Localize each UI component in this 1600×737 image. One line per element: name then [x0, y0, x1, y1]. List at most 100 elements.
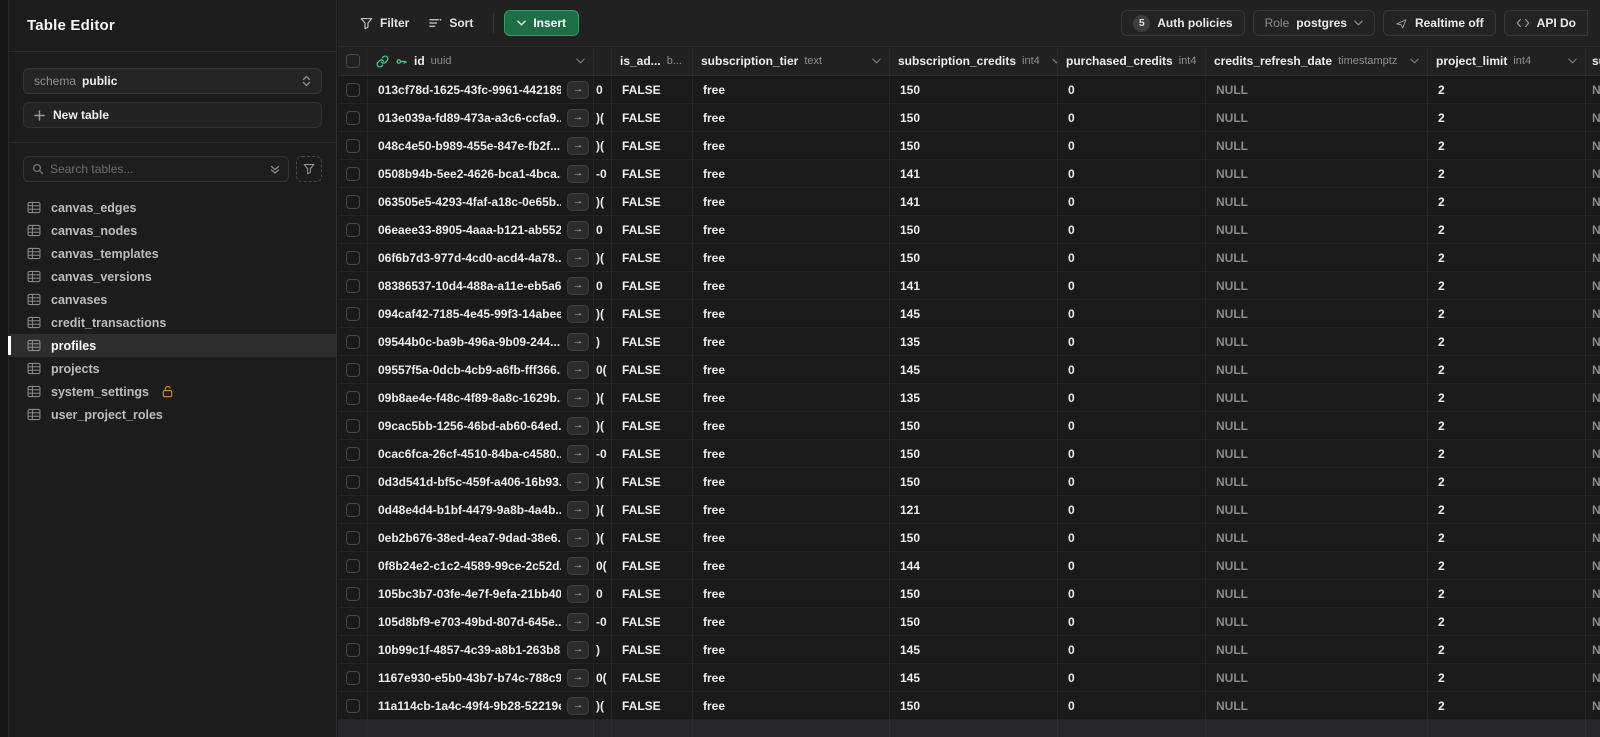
- expand-row-button[interactable]: →: [567, 136, 589, 155]
- arrow-right-icon: →: [572, 223, 584, 235]
- sidebar-item-profiles[interactable]: profiles: [8, 334, 336, 357]
- auth-policies-button[interactable]: 5 Auth policies: [1121, 10, 1245, 36]
- expand-row-button[interactable]: →: [567, 108, 589, 127]
- purchased-credits-cell: 0: [1058, 356, 1206, 383]
- tables-list: canvas_edges canvas_nodes canvas_templates…: [8, 196, 336, 426]
- column-header-subscription-credits[interactable]: subscription_credits int4: [890, 47, 1058, 75]
- column-header-subscription-tier[interactable]: subscription_tier text: [693, 47, 890, 75]
- credits-refresh-date-cell: NULL: [1206, 160, 1428, 187]
- credits-refresh-date-cell: NULL: [1206, 384, 1428, 411]
- arrow-right-icon: →: [572, 503, 584, 515]
- clipped-cell: [594, 720, 612, 737]
- column-header-su[interactable]: su: [1586, 47, 1600, 75]
- subscription-tier-cell: free: [693, 580, 890, 607]
- expand-row-button[interactable]: →: [567, 668, 589, 687]
- purchased-credits-cell: 0: [1058, 132, 1206, 159]
- sidebar-item-canvases[interactable]: canvases: [9, 288, 336, 311]
- search-tables-input[interactable]: [50, 162, 264, 176]
- row-checkbox[interactable]: [345, 614, 360, 629]
- chevron-down-icon[interactable]: [576, 58, 585, 64]
- sidebar-item-canvas_versions[interactable]: canvas_versions: [9, 265, 336, 288]
- expand-row-button[interactable]: →: [567, 220, 589, 239]
- funnel-icon: [360, 17, 373, 30]
- row-checkbox[interactable]: [345, 698, 360, 713]
- expand-row-button[interactable]: →: [567, 528, 589, 547]
- row-checkbox[interactable]: [345, 418, 360, 433]
- column-header-purchased-credits[interactable]: purchased_credits int4: [1058, 47, 1206, 75]
- sidebar-item-system_settings[interactable]: system_settings: [9, 380, 336, 403]
- column-header-clipped[interactable]: [594, 47, 612, 75]
- role-select[interactable]: Role postgres: [1252, 10, 1375, 36]
- expand-row-button[interactable]: →: [567, 500, 589, 519]
- chevron-down-icon[interactable]: [872, 58, 881, 64]
- expand-row-button[interactable]: →: [567, 332, 589, 351]
- expand-row-button[interactable]: →: [567, 416, 589, 435]
- expand-row-button[interactable]: →: [567, 584, 589, 603]
- insert-button[interactable]: Insert: [504, 10, 580, 36]
- sidebar-item-canvas_templates[interactable]: canvas_templates: [9, 242, 336, 265]
- id-value: 10b99c1f-4857-4c39-a8b1-263b8...: [378, 642, 561, 657]
- new-table-button[interactable]: New table: [23, 102, 322, 128]
- filter-tables-button[interactable]: [296, 156, 322, 182]
- filter-button[interactable]: Filter: [350, 10, 419, 36]
- row-checkbox[interactable]: [345, 166, 360, 181]
- expand-row-button[interactable]: →: [567, 556, 589, 575]
- su-cell: NULL: [1586, 188, 1600, 215]
- sidebar-item-projects[interactable]: projects: [9, 357, 336, 380]
- row-checkbox[interactable]: [345, 446, 360, 461]
- expand-row-button[interactable]: →: [567, 388, 589, 407]
- expand-row-button[interactable]: →: [567, 304, 589, 323]
- row-checkbox[interactable]: [345, 306, 360, 321]
- row-checkbox[interactable]: [345, 278, 360, 293]
- column-header-project-limit[interactable]: project_limit int4: [1428, 47, 1586, 75]
- chevron-down-icon: [1354, 20, 1363, 26]
- row-checkbox[interactable]: [345, 82, 360, 97]
- sort-button[interactable]: Sort: [419, 10, 483, 36]
- row-checkbox[interactable]: [345, 586, 360, 601]
- row-checkbox[interactable]: [345, 110, 360, 125]
- expand-row-button[interactable]: →: [567, 360, 589, 379]
- column-header-id[interactable]: id uuid: [368, 47, 594, 75]
- expand-row-button[interactable]: →: [567, 164, 589, 183]
- row-checkbox[interactable]: [345, 558, 360, 573]
- chevron-down-icon[interactable]: [1568, 58, 1577, 64]
- purchased-credits-cell: 0: [1058, 468, 1206, 495]
- chevrons-down-icon[interactable]: [270, 164, 280, 175]
- api-docs-button[interactable]: API Do: [1503, 10, 1588, 36]
- expand-row-button[interactable]: →: [567, 192, 589, 211]
- expand-row-button[interactable]: →: [567, 472, 589, 491]
- row-checkbox[interactable]: [345, 502, 360, 517]
- chevron-down-icon[interactable]: [1410, 58, 1419, 64]
- row-checkbox[interactable]: [345, 670, 360, 685]
- row-checkbox[interactable]: [345, 334, 360, 349]
- realtime-toggle-button[interactable]: Realtime off: [1382, 10, 1496, 36]
- expand-row-button[interactable]: →: [567, 276, 589, 295]
- column-header-is-admin[interactable]: is_ad... b...: [612, 47, 693, 75]
- sidebar-item-user_project_roles[interactable]: user_project_roles: [9, 403, 336, 426]
- row-checkbox[interactable]: [345, 362, 360, 377]
- row-checkbox[interactable]: [345, 138, 360, 153]
- row-checkbox[interactable]: [345, 642, 360, 657]
- table-row: 0f8b24e2-c1c2-4589-99ce-2c52d... → 0(FALSE…: [338, 552, 1600, 580]
- row-checkbox[interactable]: [345, 194, 360, 209]
- row-checkbox[interactable]: [345, 390, 360, 405]
- expand-row-button[interactable]: →: [567, 444, 589, 463]
- column-header-credits-refresh-date[interactable]: credits_refresh_date timestamptz: [1206, 47, 1428, 75]
- expand-row-button[interactable]: →: [567, 612, 589, 631]
- id-value: 048c4e50-b989-455e-847e-fb2f...: [378, 138, 561, 153]
- expand-row-button[interactable]: →: [567, 80, 589, 99]
- project-limit-cell: 2: [1428, 552, 1586, 579]
- row-checkbox[interactable]: [345, 474, 360, 489]
- grid-header-row: id uuid is_ad... b... subscription_tier …: [338, 47, 1600, 76]
- select-all-checkbox[interactable]: [345, 54, 360, 68]
- sidebar-item-canvas_edges[interactable]: canvas_edges: [9, 196, 336, 219]
- expand-row-button[interactable]: →: [567, 696, 589, 715]
- schema-select[interactable]: schema public: [23, 68, 322, 94]
- row-checkbox[interactable]: [345, 250, 360, 265]
- sidebar-item-canvas_nodes[interactable]: canvas_nodes: [9, 219, 336, 242]
- row-checkbox[interactable]: [345, 530, 360, 545]
- expand-row-button[interactable]: →: [567, 640, 589, 659]
- expand-row-button[interactable]: →: [567, 248, 589, 267]
- row-checkbox[interactable]: [345, 222, 360, 237]
- sidebar-item-credit_transactions[interactable]: credit_transactions: [9, 311, 336, 334]
